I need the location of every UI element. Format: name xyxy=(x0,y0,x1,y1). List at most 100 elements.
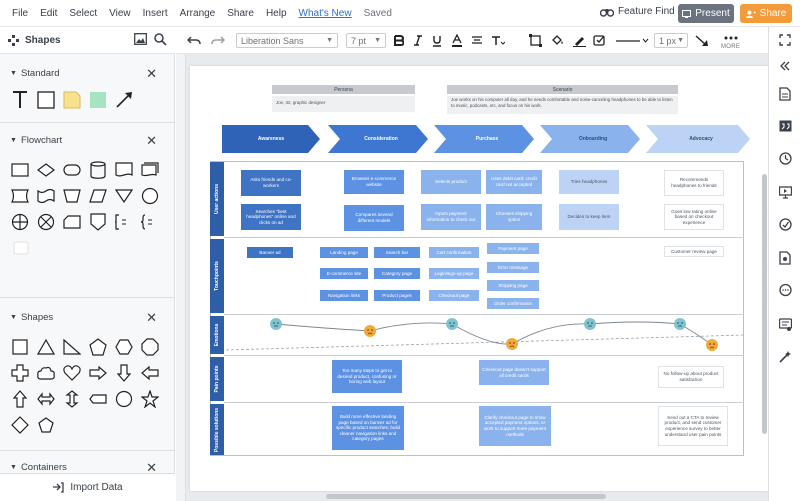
data-io-shape-icon[interactable] xyxy=(10,186,30,206)
present-button[interactable]: Present xyxy=(678,4,734,23)
horizontal-scrollbar[interactable] xyxy=(326,494,606,499)
off-page-shape-icon[interactable] xyxy=(88,212,108,232)
flowchart-section-header[interactable]: ▼ Flowchart ✕ xyxy=(0,131,175,149)
history-icon[interactable] xyxy=(778,151,792,165)
or-shape-icon[interactable] xyxy=(10,212,30,232)
menu-help[interactable]: Help xyxy=(266,8,287,19)
solution-card[interactable]: Clarify checkout page to show accepted p… xyxy=(479,406,551,446)
process-shape-icon[interactable] xyxy=(10,160,30,180)
decision-shape-icon[interactable] xyxy=(36,160,56,180)
layers-icon[interactable] xyxy=(778,251,792,265)
standard-section-header[interactable]: ▼ Standard ✕ xyxy=(0,64,175,82)
collapse-panel-icon[interactable] xyxy=(778,59,792,73)
up-arrow-shape-icon[interactable] xyxy=(10,389,30,409)
cross-shape-icon[interactable] xyxy=(10,363,30,383)
undo-icon[interactable] xyxy=(186,33,202,48)
neutral-face-icon[interactable] xyxy=(674,318,686,330)
octagon-shape-icon[interactable] xyxy=(140,337,160,357)
parallelogram-shape-icon[interactable] xyxy=(88,186,108,206)
close-icon[interactable]: ✕ xyxy=(146,310,157,326)
menu-file[interactable]: File xyxy=(12,8,28,19)
menu-select[interactable]: Select xyxy=(69,8,97,19)
bold-icon[interactable] xyxy=(392,33,406,48)
share-button[interactable]: Share xyxy=(740,4,792,23)
neutral-face-icon[interactable] xyxy=(584,318,596,330)
text-options-icon[interactable] xyxy=(490,33,506,48)
magic-wand-icon[interactable] xyxy=(778,349,792,363)
menu-share[interactable]: Share xyxy=(227,8,254,19)
square-shape-icon[interactable] xyxy=(10,337,30,357)
vertical-scrollbar[interactable] xyxy=(762,174,767,434)
text-shape-icon[interactable] xyxy=(10,90,30,110)
card-shape-icon[interactable] xyxy=(62,212,82,232)
page-settings-icon[interactable] xyxy=(778,87,792,101)
right-arrow-shape-icon[interactable] xyxy=(88,363,108,383)
fullscreen-icon[interactable] xyxy=(778,33,792,47)
pain-point-card[interactable]: Checkout page doesn't support all credit… xyxy=(479,360,549,385)
circle-shape-icon[interactable] xyxy=(114,389,134,409)
up-down-arrow-shape-icon[interactable] xyxy=(62,389,82,409)
annotation-shape-icon[interactable] xyxy=(114,212,134,232)
sad-face-icon[interactable] xyxy=(364,325,376,337)
menu-view[interactable]: View xyxy=(109,8,131,19)
right-triangle-shape-icon[interactable] xyxy=(62,337,82,357)
manual-operation-shape-icon[interactable] xyxy=(62,186,82,206)
canvas[interactable]: Persona Joe, 32, graphic designer Scenar… xyxy=(176,54,768,501)
revision-icon[interactable] xyxy=(778,317,792,331)
text-color-icon[interactable] xyxy=(450,33,464,48)
pain-point-card[interactable]: Too many steps to get to desired product… xyxy=(332,360,402,393)
arrow-line-icon[interactable] xyxy=(114,90,134,110)
import-data-button[interactable]: Import Data xyxy=(0,473,175,501)
block-shape-icon[interactable] xyxy=(88,90,108,110)
document-shape-icon[interactable] xyxy=(114,160,134,180)
tape-shape-icon[interactable] xyxy=(36,186,56,206)
arrow-style-icon[interactable] xyxy=(694,33,710,48)
menu-arrange[interactable]: Arrange xyxy=(180,8,216,19)
pain-point-card[interactable]: No follow-up about product satisfaction xyxy=(658,366,724,388)
image-icon[interactable] xyxy=(134,33,147,48)
redo-icon[interactable] xyxy=(210,33,226,48)
menu-edit[interactable]: Edit xyxy=(40,8,57,19)
search-icon[interactable] xyxy=(154,33,167,49)
cloud-shape-icon[interactable] xyxy=(36,363,56,383)
align-center-icon[interactable] xyxy=(470,33,484,48)
star-shape-icon[interactable] xyxy=(140,389,160,409)
rounded-pentagon-shape-icon[interactable] xyxy=(36,415,56,435)
terminator-shape-icon[interactable] xyxy=(62,160,82,180)
triangle-shape-icon[interactable] xyxy=(36,337,56,357)
summing-junction-shape-icon[interactable] xyxy=(36,212,56,232)
close-icon[interactable]: ✕ xyxy=(146,66,157,82)
presentation-icon[interactable] xyxy=(778,185,792,199)
pentagon-shape-icon[interactable] xyxy=(88,337,108,357)
left-right-arrow-shape-icon[interactable] xyxy=(36,389,56,409)
hexagon-shape-icon[interactable] xyxy=(114,337,134,357)
note-shape-icon[interactable] xyxy=(62,90,82,110)
line-width-select[interactable]: 1 px ▼ xyxy=(654,33,688,48)
basic-shapes-section-header[interactable]: ▼ Shapes ✕ xyxy=(0,308,175,326)
comments-icon[interactable] xyxy=(778,283,792,297)
more-options-icon[interactable] xyxy=(720,30,742,45)
left-arrow-shape-icon[interactable] xyxy=(140,363,160,383)
multi-document-shape-icon[interactable] xyxy=(140,160,160,180)
data-linking-icon[interactable] xyxy=(778,217,792,231)
neutral-face-icon[interactable] xyxy=(446,318,458,330)
font-size-select[interactable]: 7 pt ▼ xyxy=(346,33,386,48)
diamond-shape-icon[interactable] xyxy=(10,415,30,435)
database-shape-icon[interactable] xyxy=(88,160,108,180)
bracket-annotation-shape-icon[interactable] xyxy=(140,212,160,232)
sad-face-icon[interactable] xyxy=(506,338,518,350)
connector-shape-icon[interactable] xyxy=(140,186,160,206)
sad-face-icon[interactable] xyxy=(706,339,718,351)
down-arrow-shape-icon[interactable] xyxy=(114,363,134,383)
neutral-face-icon[interactable] xyxy=(270,318,282,330)
heart-shape-icon[interactable] xyxy=(62,363,82,383)
feature-find-button[interactable]: Feature Find xyxy=(600,6,675,17)
quote-icon[interactable] xyxy=(778,119,792,133)
fill-color-icon[interactable] xyxy=(550,33,564,48)
display-shape-icon[interactable] xyxy=(10,238,30,258)
journey-map-page[interactable]: Persona Joe, 32, graphic designer Scenar… xyxy=(190,66,768,491)
style-settings-icon[interactable] xyxy=(592,33,606,48)
solution-card[interactable]: Build more effective landing page based … xyxy=(332,406,404,450)
row-label-possible-solutions[interactable]: Possible solutions xyxy=(210,404,224,455)
more-label[interactable]: MORE xyxy=(721,44,740,50)
